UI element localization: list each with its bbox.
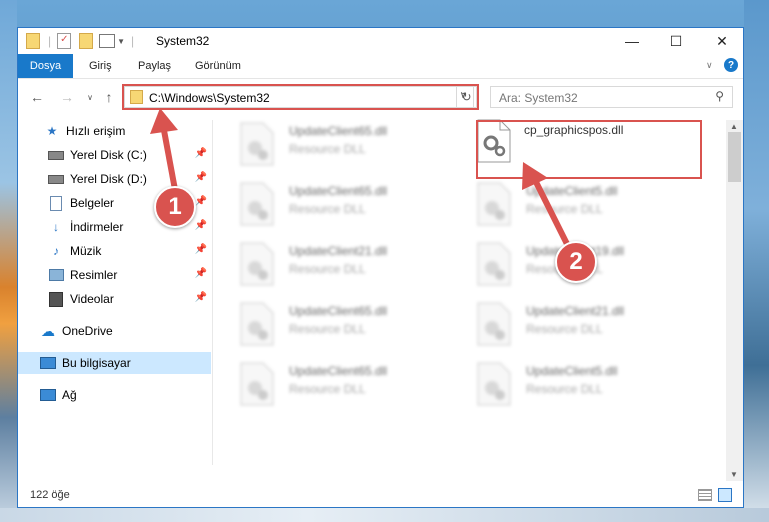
arrow-1-shaft bbox=[160, 124, 179, 196]
callout-step-1: 1 bbox=[154, 186, 196, 228]
callout-step-2: 2 bbox=[555, 241, 597, 283]
arrow-1-head bbox=[150, 108, 178, 134]
annotation-arrows bbox=[150, 108, 573, 252]
arrow-2-shaft bbox=[532, 178, 573, 252]
